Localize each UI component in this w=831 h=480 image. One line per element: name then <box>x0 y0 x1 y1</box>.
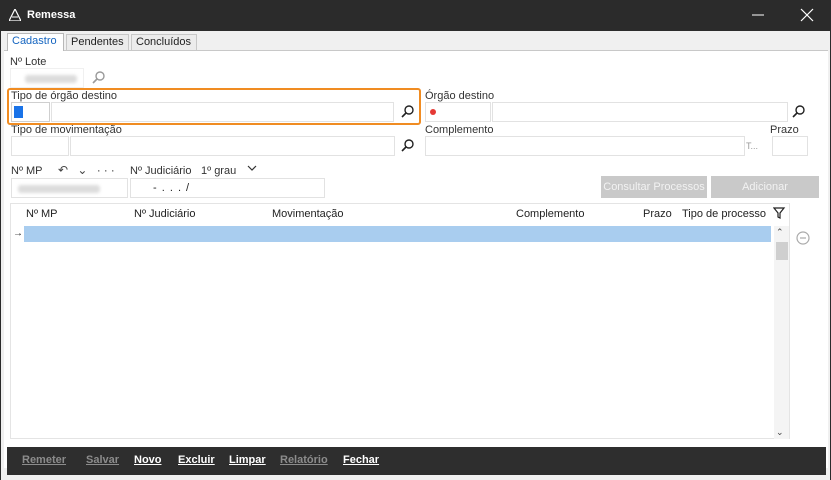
orgao-destino-description-field[interactable] <box>492 102 788 122</box>
judiciario-field[interactable]: - . . . / <box>130 178 325 198</box>
orgao-destino-code-field[interactable] <box>425 102 491 122</box>
relatorio-button[interactable]: Relatório <box>280 454 328 466</box>
mp-field[interactable] <box>11 178 128 198</box>
complemento-field[interactable] <box>425 136 745 156</box>
app-logo-icon <box>9 9 21 21</box>
close-icon <box>800 8 814 22</box>
tipo-mov-label: Tipo de movimentação <box>11 124 122 136</box>
orgao-destino-search-icon[interactable] <box>792 104 806 118</box>
col-header-movimentacao[interactable]: Movimentação <box>272 208 344 220</box>
footer-toolbar: Remeter Salvar Novo Excluir Limpar Relat… <box>7 447 826 475</box>
minimize-button[interactable] <box>742 4 774 26</box>
minimize-icon <box>752 14 764 16</box>
fechar-button[interactable]: Fechar <box>343 454 379 466</box>
tab-cadastro[interactable]: Cadastro <box>7 33 64 51</box>
window-title: Remessa <box>27 9 76 21</box>
mp-controls[interactable]: ↶ ⌄ ··· <box>58 163 118 177</box>
required-indicator-icon <box>430 109 436 115</box>
orgao-destino-label: Órgão destino <box>425 90 495 102</box>
judiciario-label: Nº Judiciário <box>130 165 192 177</box>
mp-value-redacted <box>18 185 100 193</box>
prazo-label: Prazo <box>770 124 799 136</box>
lote-search-icon[interactable] <box>92 70 106 84</box>
scroll-up-icon[interactable]: ⌃ <box>776 227 784 238</box>
scrollbar-thumb[interactable] <box>776 242 788 260</box>
title-bar: Remessa <box>0 0 831 31</box>
tipo-mov-search-icon[interactable] <box>401 138 415 152</box>
complemento-label: Complemento <box>425 124 494 136</box>
tab-concluidos[interactable]: Concluídos <box>131 34 197 50</box>
col-header-complemento[interactable]: Complemento <box>516 208 584 220</box>
lote-value-redacted <box>25 75 77 83</box>
processos-grid: Nº MP Nº Judiciário Movimentação Complem… <box>10 203 790 439</box>
complemento-suffix: T... <box>746 141 759 151</box>
novo-button[interactable]: Novo <box>134 454 162 466</box>
col-header-mp[interactable]: Nº MP <box>26 208 58 220</box>
tab-pendentes[interactable]: Pendentes <box>66 34 129 50</box>
tipo-orgao-label: Tipo de órgão destino <box>11 90 117 102</box>
col-header-prazo[interactable]: Prazo <box>643 208 672 220</box>
tipo-mov-code-field[interactable] <box>11 136 69 156</box>
close-button[interactable] <box>791 4 823 26</box>
limpar-button[interactable]: Limpar <box>229 454 266 466</box>
grau-label[interactable]: 1º grau <box>201 165 236 177</box>
cadastro-panel: Nº Lote Tipo de órgão destino Órgão dest… <box>4 50 828 468</box>
filter-icon[interactable] <box>773 207 786 220</box>
current-row-indicator: → <box>13 228 23 239</box>
col-header-judiciario[interactable]: Nº Judiciário <box>134 208 195 220</box>
scroll-down-icon[interactable]: ⌄ <box>776 427 784 438</box>
mp-label: Nº MP <box>11 165 43 177</box>
excluir-button[interactable]: Excluir <box>178 454 215 466</box>
remove-row-icon[interactable] <box>796 231 810 245</box>
tipo-mov-description-field[interactable] <box>70 136 395 156</box>
table-row[interactable] <box>24 226 771 242</box>
adicionar-button[interactable]: Adicionar <box>711 176 819 198</box>
tipo-orgao-code-field[interactable] <box>11 102 50 122</box>
prazo-field[interactable] <box>772 136 808 156</box>
lote-field[interactable] <box>10 68 84 88</box>
tipo-orgao-description-field[interactable] <box>51 102 394 122</box>
remeter-button[interactable]: Remeter <box>22 454 66 466</box>
text-caret <box>14 106 23 118</box>
window-body: Cadastro Pendentes Concluídos Nº Lote Ti… <box>1 31 830 480</box>
lote-label: Nº Lote <box>10 56 47 68</box>
salvar-button[interactable]: Salvar <box>86 454 119 466</box>
col-header-tipo-processo[interactable]: Tipo de processo <box>682 208 766 220</box>
consultar-processos-button[interactable]: Consultar Processos <box>601 176 707 198</box>
grid-vertical-scrollbar[interactable]: ⌃ ⌄ <box>774 226 789 439</box>
tipo-orgao-search-icon[interactable] <box>401 104 415 118</box>
grau-chevron-down-icon[interactable] <box>247 164 257 172</box>
judiciario-mask: - . . . / <box>153 182 191 194</box>
